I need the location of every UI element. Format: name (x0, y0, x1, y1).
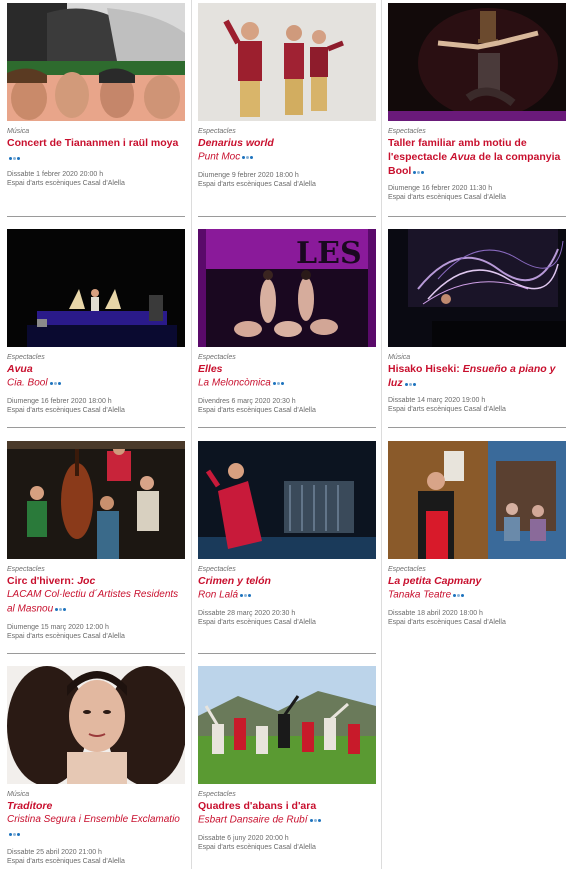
language-flags-icon (413, 164, 425, 178)
event-image[interactable] (7, 229, 185, 347)
event-category: Espectacles (388, 566, 426, 573)
card-divider (7, 427, 185, 428)
card-divider (7, 653, 185, 654)
event-title[interactable]: La petita Capmany (388, 574, 566, 588)
event-company[interactable]: Punt Moc (198, 150, 376, 165)
event-company[interactable]: Esbart Dansaire de Rubí (198, 813, 376, 828)
language-flags-icon (272, 376, 285, 390)
event-category: Espectacles (198, 791, 236, 798)
column-separator (191, 0, 192, 869)
event-venue: Espai d'arts escèniques Casal d'Alella (7, 180, 125, 188)
event-info: Espectacles Elles La Meloncòmica Divendr… (198, 353, 376, 415)
event-image[interactable] (388, 3, 566, 121)
event-date: Divendres 6 març 2020 20:30 h (198, 397, 296, 405)
card-divider (388, 427, 566, 428)
event-venue: Espai d'arts escèniques Casal d'Alella (388, 618, 506, 626)
event-image[interactable] (198, 441, 376, 559)
language-flags-icon (309, 813, 322, 827)
event-title[interactable]: Elles (198, 362, 376, 376)
event-category: Espectacles (7, 566, 45, 573)
event-grid: Música Concert de Tiananmen i raül moya … (0, 0, 579, 869)
language-flags-icon (240, 588, 252, 602)
event-venue: Espai d'arts escèniques Casal d'Alella (198, 180, 316, 188)
event-date: Dissabte 1 febrer 2020 20:00 h (7, 171, 104, 179)
language-flags-icon (404, 376, 417, 390)
event-category: Música (388, 354, 411, 361)
event-image[interactable] (7, 441, 185, 559)
event-venue: Espai d'arts escèniques Casal d'Alella (198, 618, 316, 626)
card-divider (388, 216, 566, 217)
event-info: Espectacles Avua Cia. Bool Diumenge 16 f… (7, 353, 185, 415)
event-venue: Espai d'arts escèniques Casal d'Alella (7, 632, 125, 640)
event-company[interactable]: Cristina Segura i Ensemble Exclamatio (7, 813, 185, 842)
event-company[interactable]: Ron Lalá (198, 588, 376, 603)
language-flags-icon (242, 150, 254, 164)
event-info: Espectacles Taller familiar amb motiu de… (388, 127, 566, 202)
event-info: Música Traditore Cristina Segura i Ensem… (7, 790, 185, 866)
event-image[interactable] (198, 666, 376, 784)
event-image[interactable] (388, 229, 566, 347)
card-divider (7, 216, 185, 217)
event-category: Música (7, 128, 30, 135)
event-date: Dissabte 18 abril 2020 18:00 h (388, 609, 483, 617)
event-venue: Espai d'arts escèniques Casal d'Alella (7, 857, 125, 865)
event-venue: Espai d'arts escèniques Casal d'Alella (388, 194, 506, 202)
event-title[interactable]: Traditore (7, 799, 185, 813)
event-category: Música (7, 791, 30, 798)
event-info: Espectacles La petita Capmany Tanaka Tea… (388, 565, 566, 627)
language-flags-icon (9, 150, 21, 164)
event-category: Espectacles (198, 566, 236, 573)
event-category: Espectacles (388, 128, 426, 135)
event-date: Dissabte 28 març 2020 20:30 h (198, 609, 296, 617)
event-venue: Espai d'arts escèniques Casal d'Alella (7, 406, 125, 414)
event-date: Dissabte 25 abril 2020 21:00 h (7, 848, 102, 856)
event-date: Dissabte 14 març 2020 19:00 h (388, 397, 486, 405)
event-image[interactable] (388, 441, 566, 559)
event-title[interactable]: Circ d'hivern: Joc (7, 574, 185, 588)
event-image[interactable] (198, 3, 376, 121)
event-title[interactable]: Crimen y telón (198, 574, 376, 588)
card-divider (198, 427, 376, 428)
language-flags-icon (9, 827, 21, 841)
event-info: Música Hisako Hiseki: Ensueño a piano y … (388, 353, 566, 414)
event-date: Diumenge 16 febrer 2020 11:30 h (388, 185, 493, 193)
event-date: Diumenge 16 febrer 2020 18:00 h (7, 397, 112, 405)
event-info: Música Concert de Tiananmen i raül moya … (7, 127, 185, 188)
event-image[interactable] (7, 666, 185, 784)
event-image[interactable] (7, 3, 185, 121)
event-title[interactable]: Hisako Hiseki: Ensueño a piano y luz (388, 362, 566, 390)
poster-title: LES (296, 236, 362, 271)
event-company[interactable]: Tanaka Teatre (388, 588, 566, 603)
event-info: Espectacles Circ d'hivern: Joc LACAM Col… (7, 565, 185, 641)
language-flags-icon (453, 588, 465, 602)
event-info: Espectacles Quadres d'abans i d'ara Esba… (198, 790, 376, 852)
event-image[interactable]: LES (198, 229, 376, 347)
event-company[interactable]: LACAM Col·lectiu d´Artistes Residents al… (7, 588, 185, 617)
event-venue: Espai d'arts escèniques Casal d'Alella (388, 406, 506, 414)
event-title[interactable]: Avua (7, 362, 185, 376)
event-title[interactable]: Denarius world (198, 136, 376, 150)
event-info: Espectacles Denarius world Punt Moc Dium… (198, 127, 376, 189)
event-title[interactable]: Concert de Tiananmen i raül moya (7, 136, 185, 164)
event-title[interactable]: Taller familiar amb motiu de l'espectacl… (388, 136, 566, 178)
event-date: Diumenge 9 febrer 2020 18:00 h (198, 171, 299, 179)
column-separator (381, 0, 382, 869)
event-category: Espectacles (198, 354, 236, 361)
card-divider (198, 653, 376, 654)
language-flags-icon (49, 376, 62, 390)
event-company[interactable]: La Meloncòmica (198, 376, 376, 391)
event-venue: Espai d'arts escèniques Casal d'Alella (198, 406, 316, 414)
event-date: Dissabte 6 juny 2020 20:00 h (198, 834, 289, 842)
language-flags-icon (55, 602, 67, 616)
event-company[interactable]: Cia. Bool (7, 376, 185, 391)
event-info: Espectacles Crimen y telón Ron Lalá Diss… (198, 565, 376, 627)
event-category: Espectacles (7, 354, 45, 361)
event-title[interactable]: Quadres d'abans i d'ara (198, 799, 376, 813)
event-date: Diumenge 15 març 2020 12:00 h (7, 623, 109, 631)
event-venue: Espai d'arts escèniques Casal d'Alella (198, 843, 316, 851)
event-category: Espectacles (198, 128, 236, 135)
card-divider (198, 216, 376, 217)
